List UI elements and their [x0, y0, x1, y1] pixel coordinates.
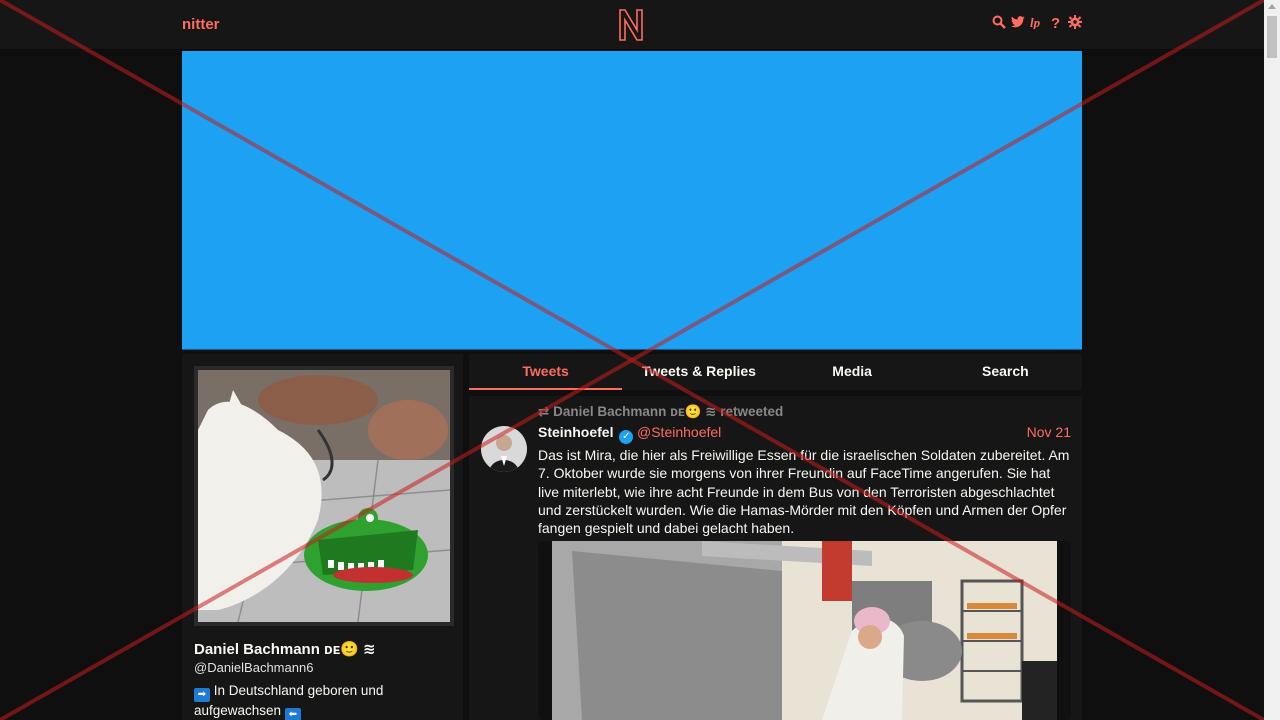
retweet-icon: ⇄ — [538, 404, 550, 419]
timeline: Tweets Tweets & Replies Media Search ⇄ D… — [469, 354, 1082, 720]
scroll-up-arrow-icon[interactable] — [1268, 4, 1276, 9]
arrow-right-emoji: ➡ — [194, 688, 210, 702]
profile-banner[interactable] — [182, 51, 1082, 350]
navbar: nitter lp ? — [0, 0, 1264, 50]
profile-card: Daniel Bachmann ᴅᴇ🙂 ≋ @DanielBachmann6 ➡… — [182, 354, 463, 720]
nitter-logo-icon[interactable] — [617, 8, 645, 42]
svg-text:?: ? — [1051, 15, 1060, 29]
profile-username[interactable]: @DanielBachmann6 — [194, 660, 313, 675]
arrow-left-emoji: ⬅ — [284, 708, 301, 720]
page-scrollbar[interactable] — [1264, 0, 1280, 720]
timeline-tabs: Tweets Tweets & Replies Media Search — [469, 354, 1082, 390]
tab-tweets-replies[interactable]: Tweets & Replies — [622, 354, 775, 390]
retweet-header: ⇄ Daniel Bachmann ᴅᴇ🙂 ≋ retweeted — [538, 404, 783, 420]
scroll-thumb[interactable] — [1267, 16, 1277, 58]
nitter-home-link[interactable]: nitter — [182, 16, 220, 33]
profile-avatar[interactable] — [194, 366, 454, 626]
tweet-content: Das ist Mira, die hier als Freiwillige E… — [538, 447, 1070, 537]
profile-bio: ➡ In Deutschland geboren und aufgewachse… — [194, 682, 444, 720]
tweet-media-image[interactable] — [538, 541, 1071, 720]
search-icon[interactable] — [992, 15, 1006, 29]
twitter-icon[interactable] — [1011, 15, 1025, 29]
help-icon[interactable]: ? — [1049, 15, 1063, 29]
tweet-avatar[interactable] — [481, 426, 527, 472]
tweet-username[interactable]: @Steinhoefel — [637, 424, 721, 440]
tweet-fullname-text: Steinhoefel — [538, 424, 614, 440]
tab-tweets[interactable]: Tweets — [469, 354, 623, 390]
nav-icons: lp ? — [992, 15, 1082, 29]
tab-search[interactable]: Search — [929, 354, 1082, 390]
rss-icon[interactable]: lp — [1030, 15, 1044, 29]
gear-icon[interactable] — [1068, 15, 1082, 29]
retweet-label: Daniel Bachmann ᴅᴇ🙂 ≋ retweeted — [553, 404, 784, 419]
timeline-item[interactable]: ⇄ Daniel Bachmann ᴅᴇ🙂 ≋ retweeted Steinh… — [469, 396, 1082, 720]
verified-icon: ✓ — [619, 430, 634, 444]
tab-media[interactable]: Media — [776, 354, 929, 390]
tweet-fullname[interactable]: Steinhoefel ✓ — [538, 424, 634, 444]
tweet-date[interactable]: Nov 21 — [1027, 424, 1071, 440]
svg-text:lp: lp — [1030, 15, 1041, 29]
profile-fullname[interactable]: Daniel Bachmann ᴅᴇ🙂 ≋ — [194, 640, 376, 658]
